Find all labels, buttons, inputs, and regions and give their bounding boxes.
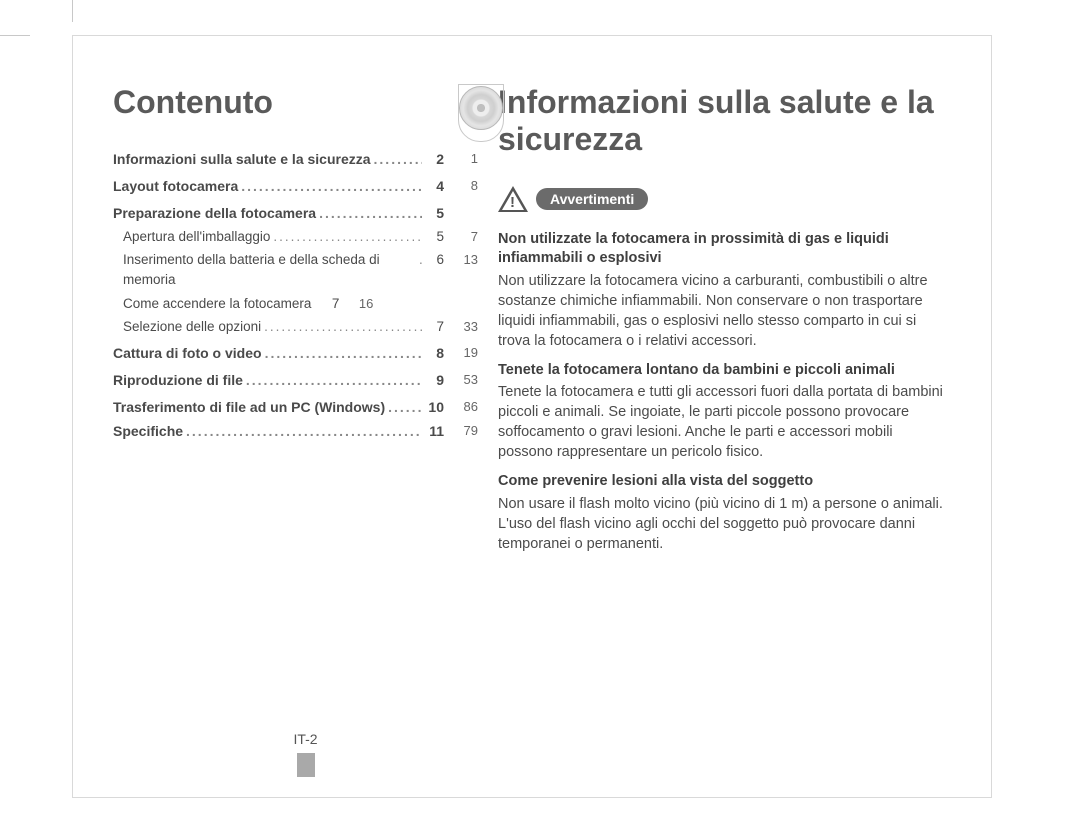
toc-page-number: 7: [422, 317, 452, 337]
left-column: Contenuto Informazioni sulla salute e la…: [113, 84, 498, 777]
toc-row: Selezione delle opzioni 733: [113, 317, 478, 337]
section-heading: Come prevenire lesioni alla vista del so…: [498, 472, 951, 492]
page-content: Contenuto Informazioni sulla salute e la…: [73, 36, 991, 797]
toc-page-number: 8: [422, 343, 452, 364]
toc-leader-dots: [385, 397, 422, 418]
warning-badge: ! Avvertimenti: [498, 186, 951, 212]
toc-row: Preparazione della fotocamera 5: [113, 203, 478, 224]
toc-row: Come accendere la fotocamera 716: [113, 294, 478, 314]
toc-label: Riproduzione di file: [113, 370, 243, 391]
toc-label: Selezione delle opzioni: [123, 317, 261, 337]
toc-label: Specifiche: [113, 421, 183, 442]
toc-row: Informazioni sulla salute e la sicurezza…: [113, 149, 478, 170]
section-body: Tenete la fotocamera e tutti gli accesso…: [498, 382, 951, 462]
table-of-contents: Informazioni sulla salute e la sicurezza…: [113, 149, 478, 442]
safety-sections: Non utilizzate la fotocamera in prossimi…: [498, 230, 951, 554]
toc-leader-dots: [261, 317, 422, 337]
warning-triangle-icon: !: [498, 186, 528, 212]
toc-row: Cattura di foto o video 819: [113, 343, 478, 364]
toc-secondary-number: 16: [347, 294, 373, 314]
toc-secondary-number: 86: [452, 397, 478, 418]
toc-secondary-number: 1: [452, 149, 478, 170]
toc-leader-dots: [270, 227, 422, 247]
toc-row: Trasferimento di file ad un PC (Windows)…: [113, 397, 478, 418]
toc-row: Riproduzione di file 953: [113, 370, 478, 391]
section-body: Non usare il flash molto vicino (più vic…: [498, 494, 951, 554]
section-heading: Tenete la fotocamera lontano da bambini …: [498, 361, 951, 381]
warning-badge-label: Avvertimenti: [536, 188, 648, 210]
toc-label: Cattura di foto o video: [113, 343, 262, 364]
toc-row: Layout fotocamera 48: [113, 176, 478, 197]
cd-icon: [458, 84, 504, 142]
toc-page-number: 7: [317, 294, 347, 314]
toc-secondary-number: 79: [452, 421, 478, 442]
toc-page-number: 5: [422, 203, 452, 224]
right-column: Informazioni sulla salute e la sicurezza…: [498, 84, 951, 777]
toc-leader-dots: [316, 203, 422, 224]
toc-secondary-number: 33: [452, 317, 478, 337]
toc-secondary-number: 53: [452, 370, 478, 391]
toc-row: Inserimento della batteria e della sched…: [113, 250, 478, 291]
toc-secondary-number: 7: [452, 227, 478, 247]
toc-leader-dots: [262, 343, 422, 364]
toc-label: Apertura dell'imballaggio: [123, 227, 270, 247]
toc-leader-dots: [183, 421, 422, 442]
toc-row: Specifiche 1179: [113, 421, 478, 442]
contents-heading: Contenuto: [113, 84, 478, 121]
toc-secondary-number: 13: [452, 250, 478, 291]
section-heading: Non utilizzate la fotocamera in prossimi…: [498, 230, 951, 269]
toc-leader-dots: [238, 176, 422, 197]
page-marker-bar: [297, 753, 315, 777]
page-frame: Contenuto Informazioni sulla salute e la…: [72, 35, 992, 798]
toc-row: Apertura dell'imballaggio 57: [113, 227, 478, 247]
toc-leader-dots: [243, 370, 422, 391]
toc-label: Inserimento della batteria e della sched…: [123, 250, 416, 291]
toc-leader-dots: [371, 149, 422, 170]
cd-case-icon: [458, 84, 504, 142]
toc-page-number: 6: [422, 250, 452, 291]
toc-page-number: 9: [422, 370, 452, 391]
toc-label: Trasferimento di file ad un PC (Windows): [113, 397, 385, 418]
toc-label: Preparazione della fotocamera: [113, 203, 316, 224]
safety-heading: Informazioni sulla salute e la sicurezza: [498, 84, 951, 158]
toc-label: Come accendere la fotocamera: [123, 294, 311, 314]
toc-label: Informazioni sulla salute e la sicurezza: [113, 149, 371, 170]
toc-secondary-number: 8: [452, 176, 478, 197]
toc-secondary-number: 19: [452, 343, 478, 364]
page-number-label: IT-2: [293, 731, 317, 747]
toc-secondary-number: [452, 203, 478, 224]
section-body: Non utilizzare la fotocamera vicino a ca…: [498, 271, 951, 351]
crop-mark-vertical: [72, 0, 73, 22]
toc-label: Layout fotocamera: [113, 176, 238, 197]
toc-page-number: 4: [422, 176, 452, 197]
toc-page-number: 11: [422, 421, 452, 442]
crop-mark-horizontal: [0, 35, 30, 36]
toc-page-number: 2: [422, 149, 452, 170]
toc-page-number: 5: [422, 227, 452, 247]
toc-page-number: 10: [422, 397, 452, 418]
